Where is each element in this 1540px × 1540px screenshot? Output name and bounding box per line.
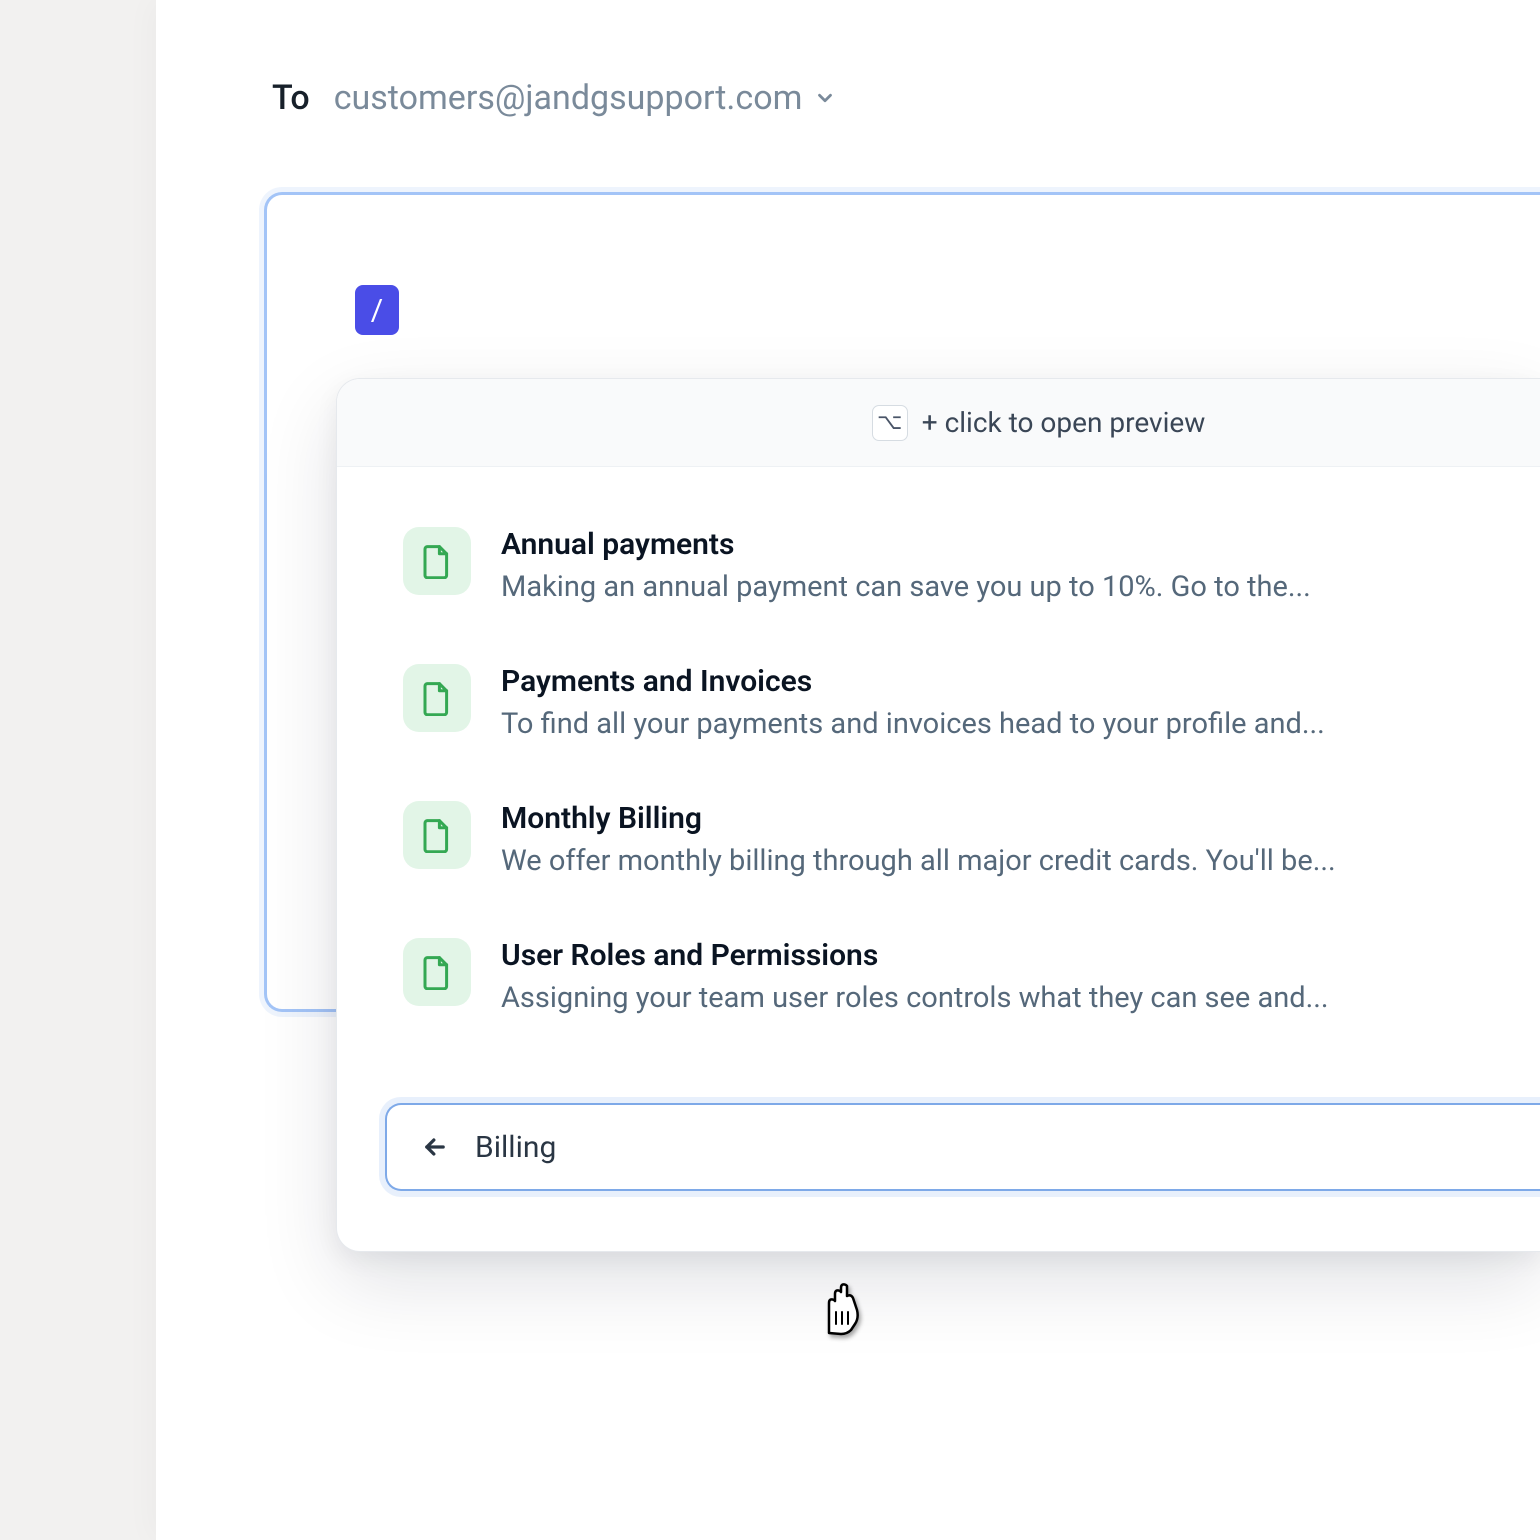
suggestion-item[interactable]: Payments and Invoices To find all your p…: [337, 634, 1540, 771]
suggestion-text: Monthly Billing We offer monthly billing…: [501, 801, 1470, 878]
option-key-icon: ⌥: [872, 405, 908, 441]
chevron-down-icon: [814, 87, 836, 109]
document-icon: [403, 938, 471, 1006]
suggestion-item[interactable]: Monthly Billing We offer monthly billing…: [337, 771, 1540, 908]
to-label: To: [272, 78, 310, 118]
to-row: To customers@jandgsupport.com: [156, 0, 1540, 118]
suggestion-title: Annual payments: [501, 527, 1470, 562]
slash-command-badge: /: [355, 285, 399, 335]
suggestion-item[interactable]: User Roles and Permissions Assigning you…: [337, 908, 1540, 1045]
search-row: [385, 1103, 1540, 1191]
suggestion-title: Payments and Invoices: [501, 664, 1470, 699]
suggestions-list: Annual payments Making an annual payment…: [337, 467, 1540, 1085]
suggestion-text: User Roles and Permissions Assigning you…: [501, 938, 1470, 1015]
suggestion-desc: To find all your payments and invoices h…: [501, 707, 1470, 741]
suggestion-desc: Making an annual payment can save you up…: [501, 570, 1470, 604]
suggestion-title: Monthly Billing: [501, 801, 1470, 836]
suggestion-panel: ⌥ + click to open preview Annual payment…: [336, 378, 1540, 1252]
suggestion-item[interactable]: Annual payments Making an annual payment…: [337, 497, 1540, 634]
suggestion-text: Payments and Invoices To find all your p…: [501, 664, 1470, 741]
suggestion-desc: Assigning your team user roles controls …: [501, 981, 1470, 1015]
preview-hint-text: + click to open preview: [922, 406, 1206, 439]
suggestion-desc: We offer monthly billing through all maj…: [501, 844, 1470, 878]
page-surface: To customers@jandgsupport.com / ⌥ + clic…: [156, 0, 1540, 1540]
suggestion-text: Annual payments Making an annual payment…: [501, 527, 1470, 604]
pointer-cursor-icon: [811, 1278, 871, 1338]
to-email: customers@jandgsupport.com: [334, 78, 803, 118]
to-recipient-dropdown[interactable]: customers@jandgsupport.com: [334, 78, 837, 118]
document-icon: [403, 527, 471, 595]
search-input[interactable]: [475, 1130, 1540, 1165]
document-icon: [403, 801, 471, 869]
arrow-left-icon[interactable]: [421, 1133, 449, 1161]
preview-hint-bar: ⌥ + click to open preview: [337, 379, 1540, 467]
suggestion-title: User Roles and Permissions: [501, 938, 1470, 973]
document-icon: [403, 664, 471, 732]
